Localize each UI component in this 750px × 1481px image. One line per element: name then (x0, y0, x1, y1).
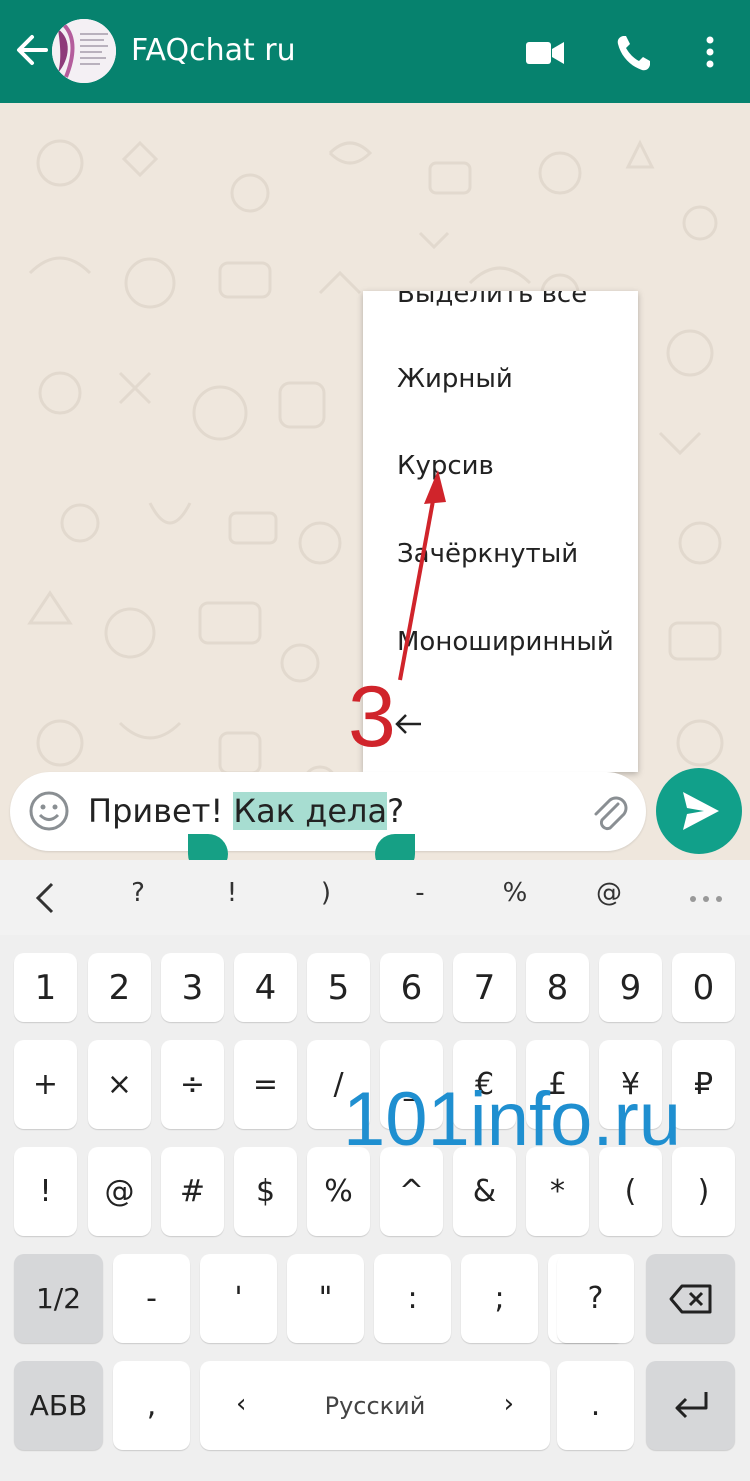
key-quote[interactable]: " (287, 1254, 364, 1343)
key-4[interactable]: 4 (234, 953, 297, 1022)
video-call-icon[interactable] (525, 30, 565, 74)
space-language-label: Русский (324, 1391, 426, 1420)
key-colon[interactable]: : (374, 1254, 451, 1343)
key-9[interactable]: 9 (599, 953, 662, 1022)
key-divide[interactable]: ÷ (161, 1040, 224, 1129)
backspace-icon (669, 1284, 711, 1313)
chevron-left-icon[interactable] (30, 880, 60, 916)
key-paren-close[interactable]: ) (672, 1147, 735, 1236)
key-lang-switch[interactable]: АБВ (14, 1361, 103, 1450)
message-text-after: ? (387, 792, 405, 830)
message-text[interactable]: Привет! Как дела? (88, 790, 404, 832)
key-1[interactable]: 1 (14, 953, 77, 1022)
key-ruble[interactable]: ₽ (672, 1040, 735, 1129)
annotation-arrow-icon (398, 470, 446, 681)
chevron-right-icon: › (503, 1389, 514, 1419)
key-2[interactable]: 2 (88, 953, 151, 1022)
menu-back-arrow-icon[interactable] (393, 709, 423, 739)
space-bar[interactable]: ‹ Русский › (200, 1361, 550, 1450)
key-5[interactable]: 5 (307, 953, 370, 1022)
chevron-left-icon: ‹ (236, 1389, 247, 1419)
menu-item-select-all[interactable]: Выделить все (397, 291, 587, 309)
key-apostrophe[interactable]: ' (200, 1254, 277, 1343)
suggest-key[interactable]: ? (118, 878, 158, 908)
key-plus[interactable]: + (14, 1040, 77, 1129)
suggest-key[interactable]: ) (306, 878, 346, 908)
key-3[interactable]: 3 (161, 953, 224, 1022)
contact-avatar[interactable] (52, 19, 116, 83)
key-question[interactable]: ? (557, 1254, 634, 1343)
suggestion-bar: ? ! ) - % @ (0, 860, 750, 935)
key-7[interactable]: 7 (453, 953, 516, 1022)
backspace-key[interactable] (646, 1254, 735, 1343)
enter-icon (675, 1391, 707, 1418)
key-dot[interactable]: . (557, 1361, 634, 1450)
key-0[interactable]: 0 (672, 953, 735, 1022)
key-at[interactable]: @ (88, 1147, 151, 1236)
more-vert-icon[interactable] (690, 30, 730, 74)
more-horiz-icon[interactable] (688, 890, 724, 902)
key-hash[interactable]: # (161, 1147, 224, 1236)
send-button[interactable] (656, 768, 742, 854)
message-input[interactable]: Привет! Как дела? (10, 772, 646, 851)
enter-key[interactable] (646, 1361, 735, 1450)
key-6[interactable]: 6 (380, 953, 443, 1022)
annotation-step-number: 3 (348, 669, 396, 765)
suggest-key[interactable]: ! (212, 878, 252, 908)
key-comma[interactable]: , (113, 1361, 190, 1450)
chat-title[interactable]: FAQchat ru (131, 31, 296, 71)
send-icon (683, 792, 719, 830)
key-equals[interactable]: = (234, 1040, 297, 1129)
emoji-icon[interactable] (28, 790, 70, 832)
message-text-selected[interactable]: Как дела (233, 792, 388, 830)
key-multiply[interactable]: × (88, 1040, 151, 1129)
back-arrow-icon[interactable] (14, 30, 50, 70)
watermark: 101info.ru (343, 1077, 682, 1162)
menu-item-bold[interactable]: Жирный (397, 364, 513, 394)
attach-icon[interactable] (588, 790, 630, 834)
suggest-key[interactable]: % (495, 878, 535, 908)
key-semicolon[interactable]: ; (461, 1254, 538, 1343)
key-8[interactable]: 8 (526, 953, 589, 1022)
phone-icon[interactable] (614, 30, 654, 74)
chat-header: FAQchat ru (0, 0, 750, 103)
suggest-key[interactable]: @ (589, 878, 629, 908)
key-exclamation[interactable]: ! (14, 1147, 77, 1236)
key-dash[interactable]: - (113, 1254, 190, 1343)
suggest-key[interactable]: - (400, 878, 440, 908)
message-text-before: Привет! (88, 792, 234, 830)
key-dollar[interactable]: $ (234, 1147, 297, 1236)
key-page-toggle[interactable]: 1/2 (14, 1254, 103, 1343)
